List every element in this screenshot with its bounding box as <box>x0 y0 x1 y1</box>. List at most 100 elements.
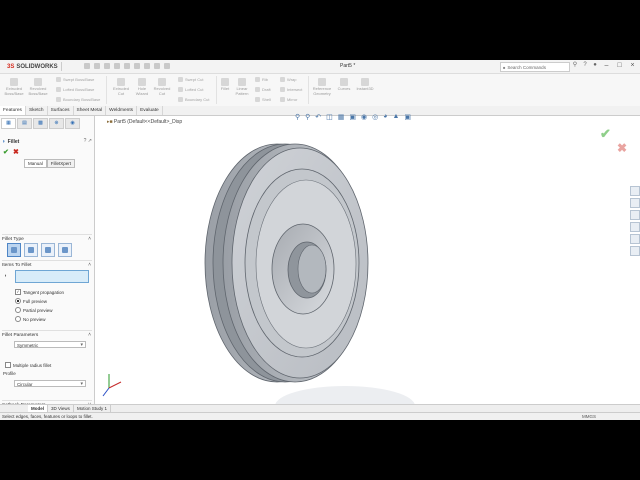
multiple-radius-option[interactable]: Multiple radius fillet <box>5 362 51 368</box>
revolved-cut-button[interactable]: Revolved Cut <box>152 78 172 96</box>
property-manager-tab-icon[interactable]: ▤ <box>17 118 32 129</box>
full-round-fillet-icon[interactable] <box>58 243 72 257</box>
file-properties-icon[interactable] <box>154 63 160 69</box>
partial-preview-radio[interactable] <box>15 307 21 313</box>
search-commands-input[interactable]: ■ Search Commands <box>500 62 570 72</box>
curves-button[interactable]: Curves <box>336 78 352 92</box>
tangent-propagation-checkbox[interactable]: ✓ <box>15 289 21 295</box>
close-icon[interactable]: × <box>627 61 638 71</box>
filletxpert-mode-button[interactable]: FilletXpert <box>46 159 76 168</box>
solidworks-resources-icon[interactable] <box>630 186 640 196</box>
wrap-button[interactable]: Wrap <box>280 77 296 82</box>
intersect-button[interactable]: Intersect <box>280 87 302 92</box>
chevron-up-icon[interactable]: ˄ <box>88 236 91 242</box>
tangent-propagation-option[interactable]: ✓ Tangent propagation <box>15 289 64 295</box>
swept-boss-button[interactable]: Swept Boss/Base <box>56 77 94 82</box>
tab-weldments[interactable]: Weldments <box>106 106 138 115</box>
open-icon[interactable] <box>94 63 100 69</box>
boundary-cut-button[interactable]: Boundary Cut <box>178 97 209 102</box>
select-icon[interactable] <box>134 63 140 69</box>
full-preview-option[interactable]: Full preview <box>15 298 47 304</box>
graphics-area[interactable]: ▸■ Part5 (Default<<Default>_Disp ⚲ ⚲ ↶ ◫… <box>95 113 640 410</box>
draft-button[interactable]: Draft <box>255 87 271 92</box>
mirror-button[interactable]: Mirror <box>280 97 297 102</box>
undo-icon[interactable] <box>124 63 130 69</box>
tab-motion-study[interactable]: Motion Study 1 <box>74 405 111 412</box>
revolved-boss-button[interactable]: Revolved Boss/Base <box>27 78 49 96</box>
rib-label: Rib <box>262 77 269 82</box>
profile-select[interactable]: Circular <box>14 380 86 388</box>
no-preview-radio[interactable] <box>15 316 21 322</box>
logo-name: SOLIDWORKS <box>16 63 58 70</box>
user-icon[interactable]: ● <box>592 62 598 68</box>
profile-value: Circular <box>17 382 33 387</box>
configuration-manager-tab-icon[interactable]: ▩ <box>33 118 48 129</box>
chevron-up-icon[interactable]: ˄ <box>88 262 91 268</box>
file-explorer-icon[interactable] <box>630 210 640 220</box>
cancel-icon[interactable]: ✖ <box>13 148 19 156</box>
lofted-cut-button[interactable]: Lofted Cut <box>178 87 203 92</box>
linear-pattern-button[interactable]: Linear Pattern <box>233 78 251 96</box>
tab-evaluate[interactable]: Evaluate <box>137 106 163 115</box>
variable-size-fillet-icon[interactable] <box>24 243 38 257</box>
shell-button[interactable]: Shell <box>255 97 271 102</box>
search-icon[interactable]: ⚲ <box>572 62 578 68</box>
swept-boss-label: Swept Boss/Base <box>63 77 95 82</box>
chevron-up-icon[interactable]: ˄ <box>88 332 91 338</box>
constant-size-fillet-icon[interactable] <box>7 243 21 257</box>
fillet-parameters-label: Fillet Parameters <box>2 333 39 338</box>
appearances-icon[interactable] <box>630 234 640 244</box>
tab-surfaces[interactable]: Surfaces <box>48 106 74 115</box>
edges-selection-box[interactable] <box>15 270 89 283</box>
design-library-icon[interactable] <box>630 198 640 208</box>
ok-icon[interactable]: ✔ <box>3 148 9 156</box>
tab-model[interactable]: Model <box>28 405 48 412</box>
face-fillet-icon[interactable] <box>41 243 55 257</box>
solidworks-window: 3S SOLIDWORKS Part5 * ■ Search Commands … <box>0 60 640 420</box>
custom-properties-icon[interactable] <box>630 246 640 256</box>
no-preview-option[interactable]: No preview <box>15 316 46 322</box>
options-icon[interactable] <box>164 63 170 69</box>
rib-button[interactable]: Rib <box>255 77 268 82</box>
full-preview-radio[interactable] <box>15 298 21 304</box>
revolved-cut-label: Revolved Cut <box>153 86 171 96</box>
minimize-icon[interactable]: – <box>601 61 612 71</box>
manual-mode-button[interactable]: Manual <box>24 159 47 168</box>
fillet-method-select[interactable]: Symmetric <box>14 341 86 349</box>
print-icon[interactable] <box>114 63 120 69</box>
fillet-button[interactable]: Fillet <box>218 78 232 92</box>
display-manager-tab-icon[interactable]: ◉ <box>65 118 80 129</box>
solidworks-logo[interactable]: 3S SOLIDWORKS <box>4 62 62 71</box>
view-palette-icon[interactable] <box>630 222 640 232</box>
hole-wizard-button[interactable]: Hole Wizard <box>133 78 151 96</box>
tab-3d-views[interactable]: 3D Views <box>48 405 74 412</box>
swept-cut-button[interactable]: Swept Cut <box>178 77 203 82</box>
unit-system[interactable]: MMGS <box>582 414 596 419</box>
items-to-fillet-section[interactable]: Items To Fillet ˄ <box>2 260 92 270</box>
boundary-boss-button[interactable]: Boundary Boss/Base <box>56 97 100 102</box>
tab-features[interactable]: Features <box>0 106 26 115</box>
tab-sheet-metal[interactable]: Sheet Metal <box>74 106 107 115</box>
wrap-icon <box>280 77 285 82</box>
multiple-radius-checkbox[interactable] <box>5 362 11 368</box>
help-icon[interactable]: ? ↗ <box>84 138 92 144</box>
instant3d-button[interactable]: Instant3D <box>354 78 376 92</box>
help-icon[interactable]: ? <box>582 62 588 68</box>
feature-manager-tab-icon[interactable]: ▦ <box>1 118 16 129</box>
tab-sketch[interactable]: Sketch <box>26 106 48 115</box>
save-icon[interactable] <box>104 63 110 69</box>
lofted-boss-button[interactable]: Lofted Boss/Base <box>56 87 94 92</box>
rebuild-icon[interactable] <box>144 63 150 69</box>
reference-geometry-button[interactable]: Reference Geometry <box>310 78 334 96</box>
new-icon[interactable] <box>84 63 90 69</box>
fillet-ribbon-label: Fillet <box>220 86 230 91</box>
tab-navigation-arrows[interactable] <box>0 405 28 412</box>
restore-icon[interactable]: □ <box>614 61 625 71</box>
fillet-parameters-section[interactable]: Fillet Parameters ˄ <box>2 330 92 340</box>
extruded-cut-button[interactable]: Extruded Cut <box>110 78 132 96</box>
partial-preview-option[interactable]: Partial preview <box>15 307 53 313</box>
linear-pattern-label: Linear Pattern <box>235 86 249 96</box>
dimxpert-tab-icon[interactable]: ⊕ <box>49 118 64 129</box>
draft-label: Draft <box>262 87 271 92</box>
extruded-boss-button[interactable]: Extruded Boss/Base <box>3 78 25 96</box>
